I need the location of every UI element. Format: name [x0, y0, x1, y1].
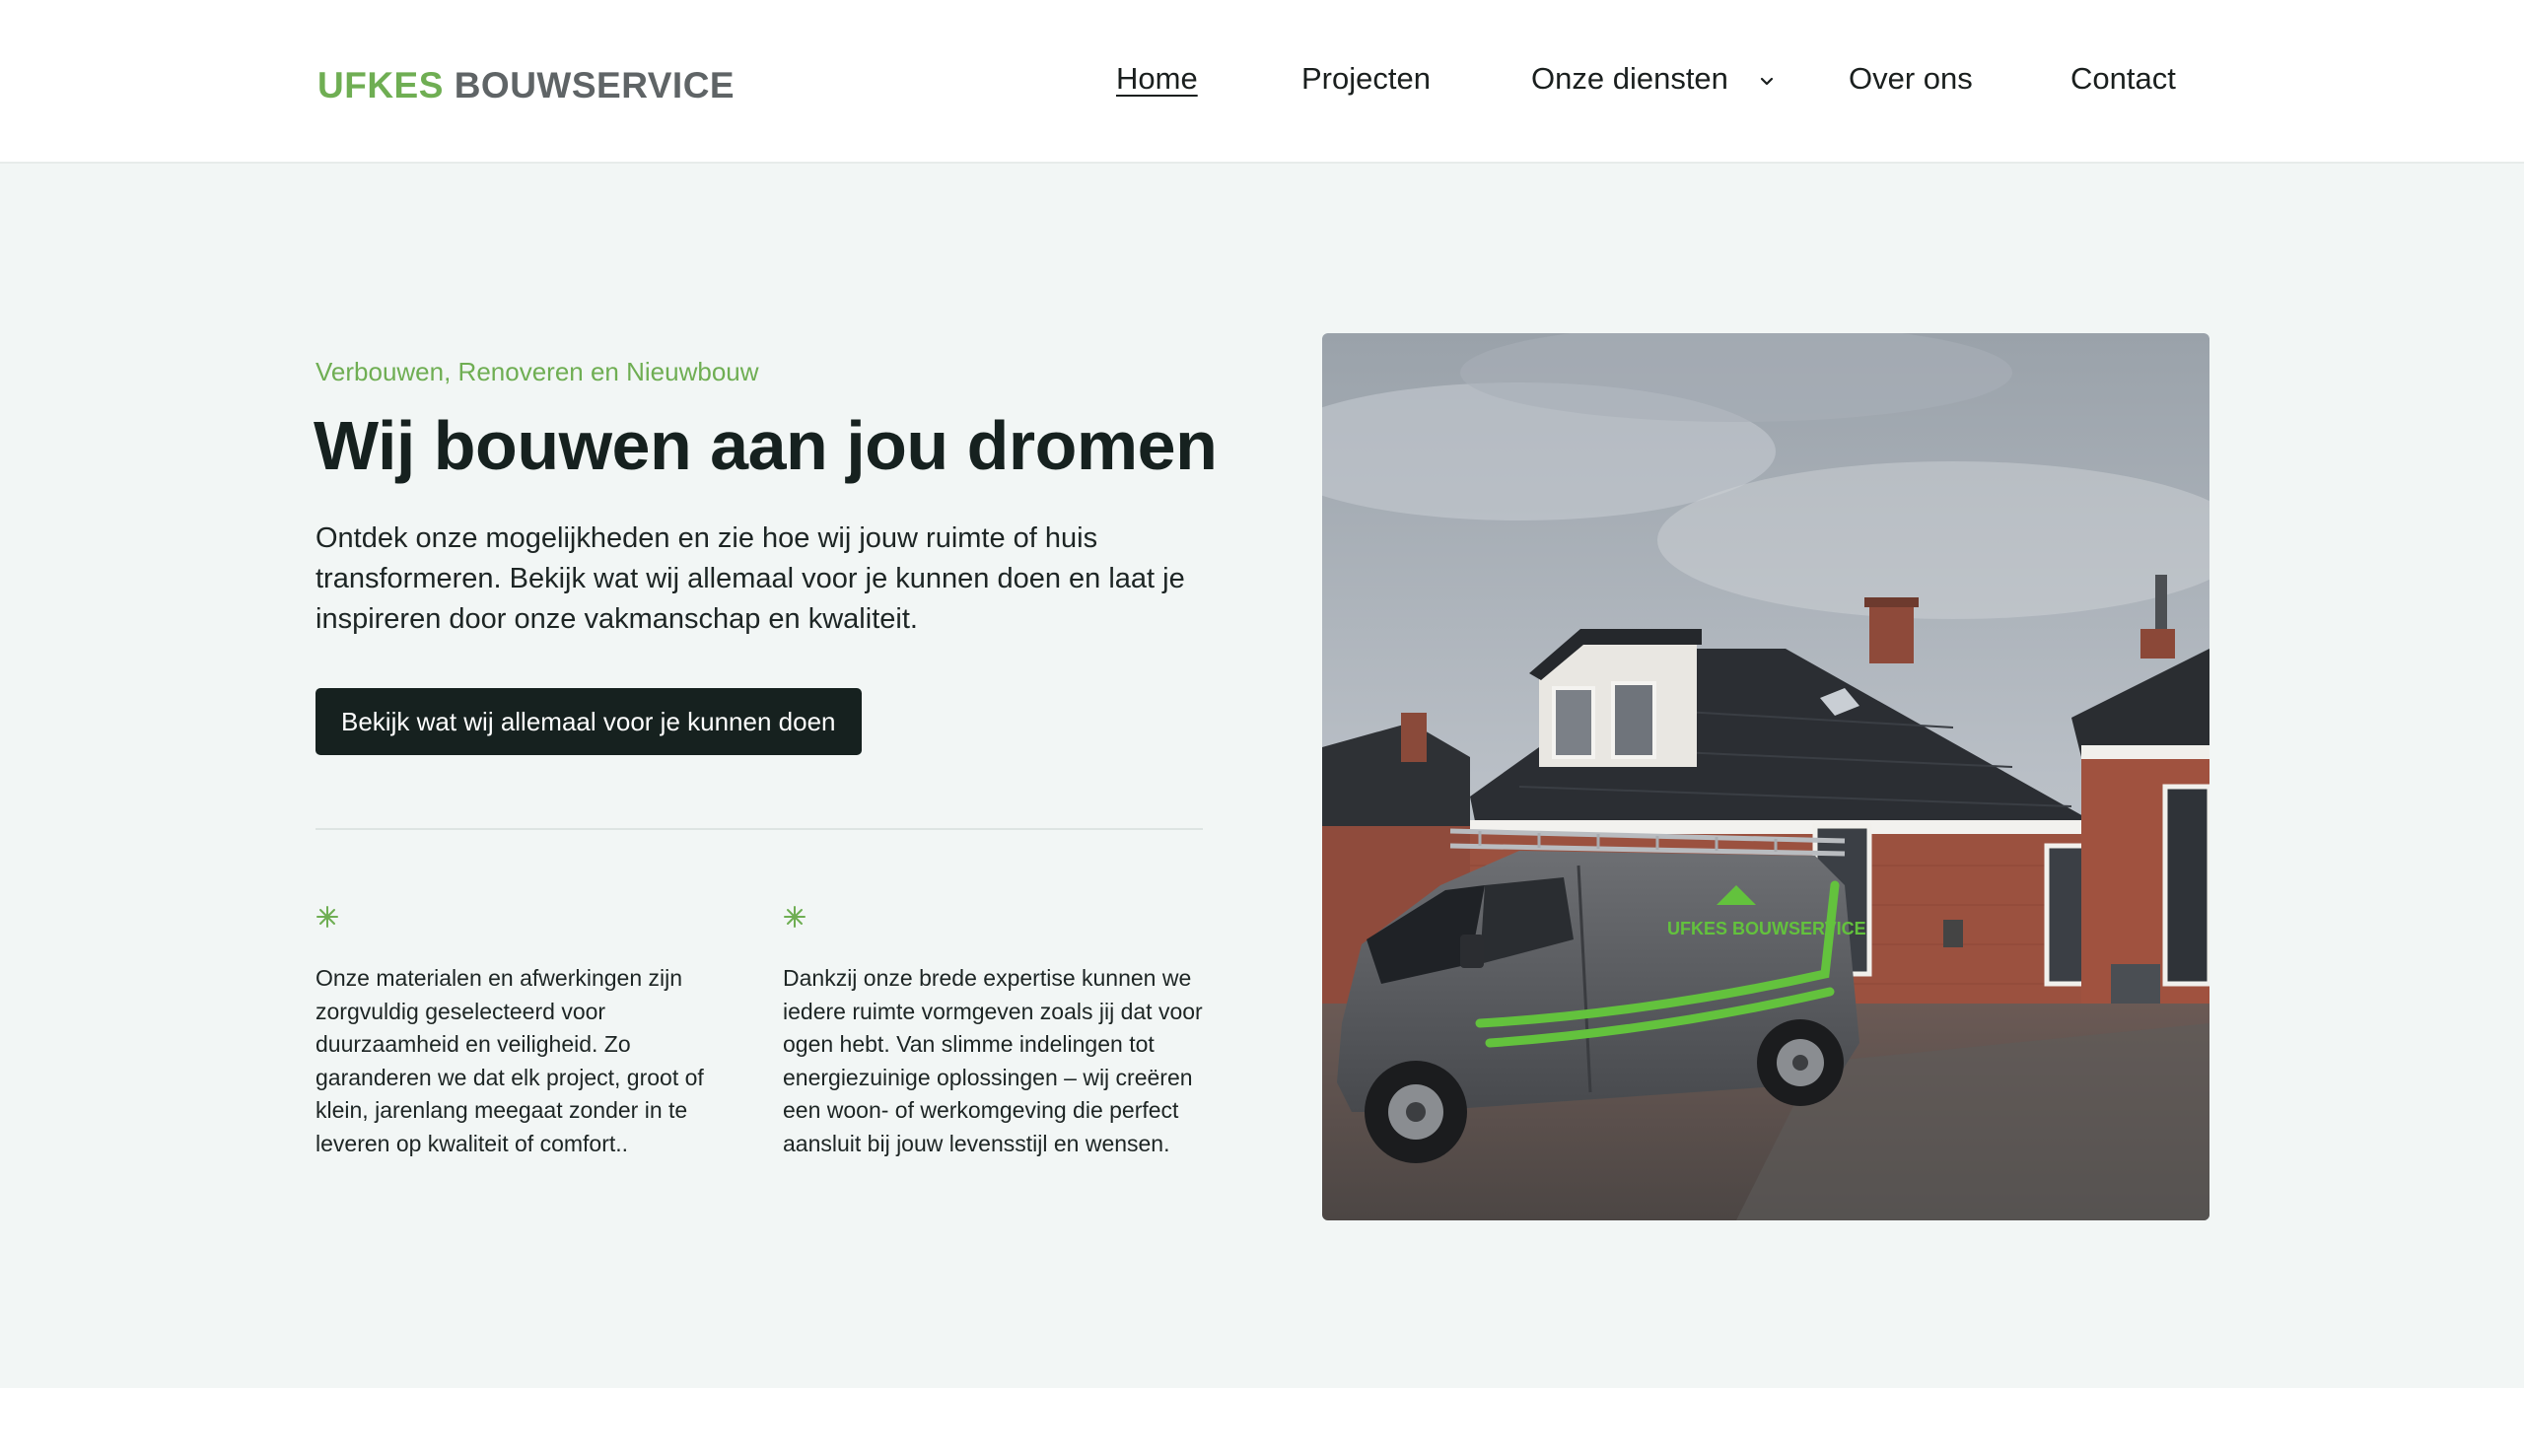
company-logo[interactable]: UFKES BOUWSERVICE	[317, 65, 735, 106]
logo-text-ufkes: UFKES	[317, 65, 444, 105]
feature-text: Dankzij onze brede expertise kunnen we i…	[783, 965, 1203, 1156]
nav-link-projecten[interactable]: Projecten	[1301, 61, 1431, 97]
feature-block: Onze materialen en afwerkingen zijn zorg…	[316, 905, 739, 1160]
nav-link-onze-diensten[interactable]: Onze diensten	[1531, 61, 1728, 97]
feature-block: Dankzij onze brede expertise kunnen we i…	[783, 905, 1207, 1160]
feature-text: Onze materialen en afwerkingen zijn zorg…	[316, 965, 704, 1156]
nav-link-over-ons[interactable]: Over ons	[1849, 61, 1973, 97]
house-van-photo: UFKES BOUWSERVICE	[1322, 333, 2209, 1220]
van-logo-text: UFKES BOUWSERVICE	[1667, 919, 1866, 938]
nav-link-contact[interactable]: Contact	[2070, 61, 2176, 97]
hero-section: Verbouwen, Renoveren en Nieuwbouw Wij bo…	[0, 164, 2524, 1388]
hero-title: Wij bouwen aan jou dromen	[314, 407, 1218, 484]
page-footer-band	[0, 1388, 2524, 1456]
hero-eyebrow: Verbouwen, Renoveren en Nieuwbouw	[316, 357, 759, 386]
cta-button[interactable]: Bekijk wat wij allemaal voor je kunnen d…	[316, 688, 862, 755]
hero-lead-text: Ontdek onze mogelijkheden en zie hoe wij…	[316, 522, 1185, 635]
logo-text-bouwservice: BOUWSERVICE	[454, 65, 736, 105]
nav-link-home[interactable]: Home	[1116, 61, 1198, 97]
site-header: UFKES BOUWSERVICE Home Projecten Onze di…	[0, 0, 2524, 164]
chevron-down-icon[interactable]	[1755, 69, 1779, 93]
hero-divider	[316, 828, 1203, 830]
sparkle-icon	[783, 905, 806, 929]
sparkle-icon	[316, 905, 339, 929]
